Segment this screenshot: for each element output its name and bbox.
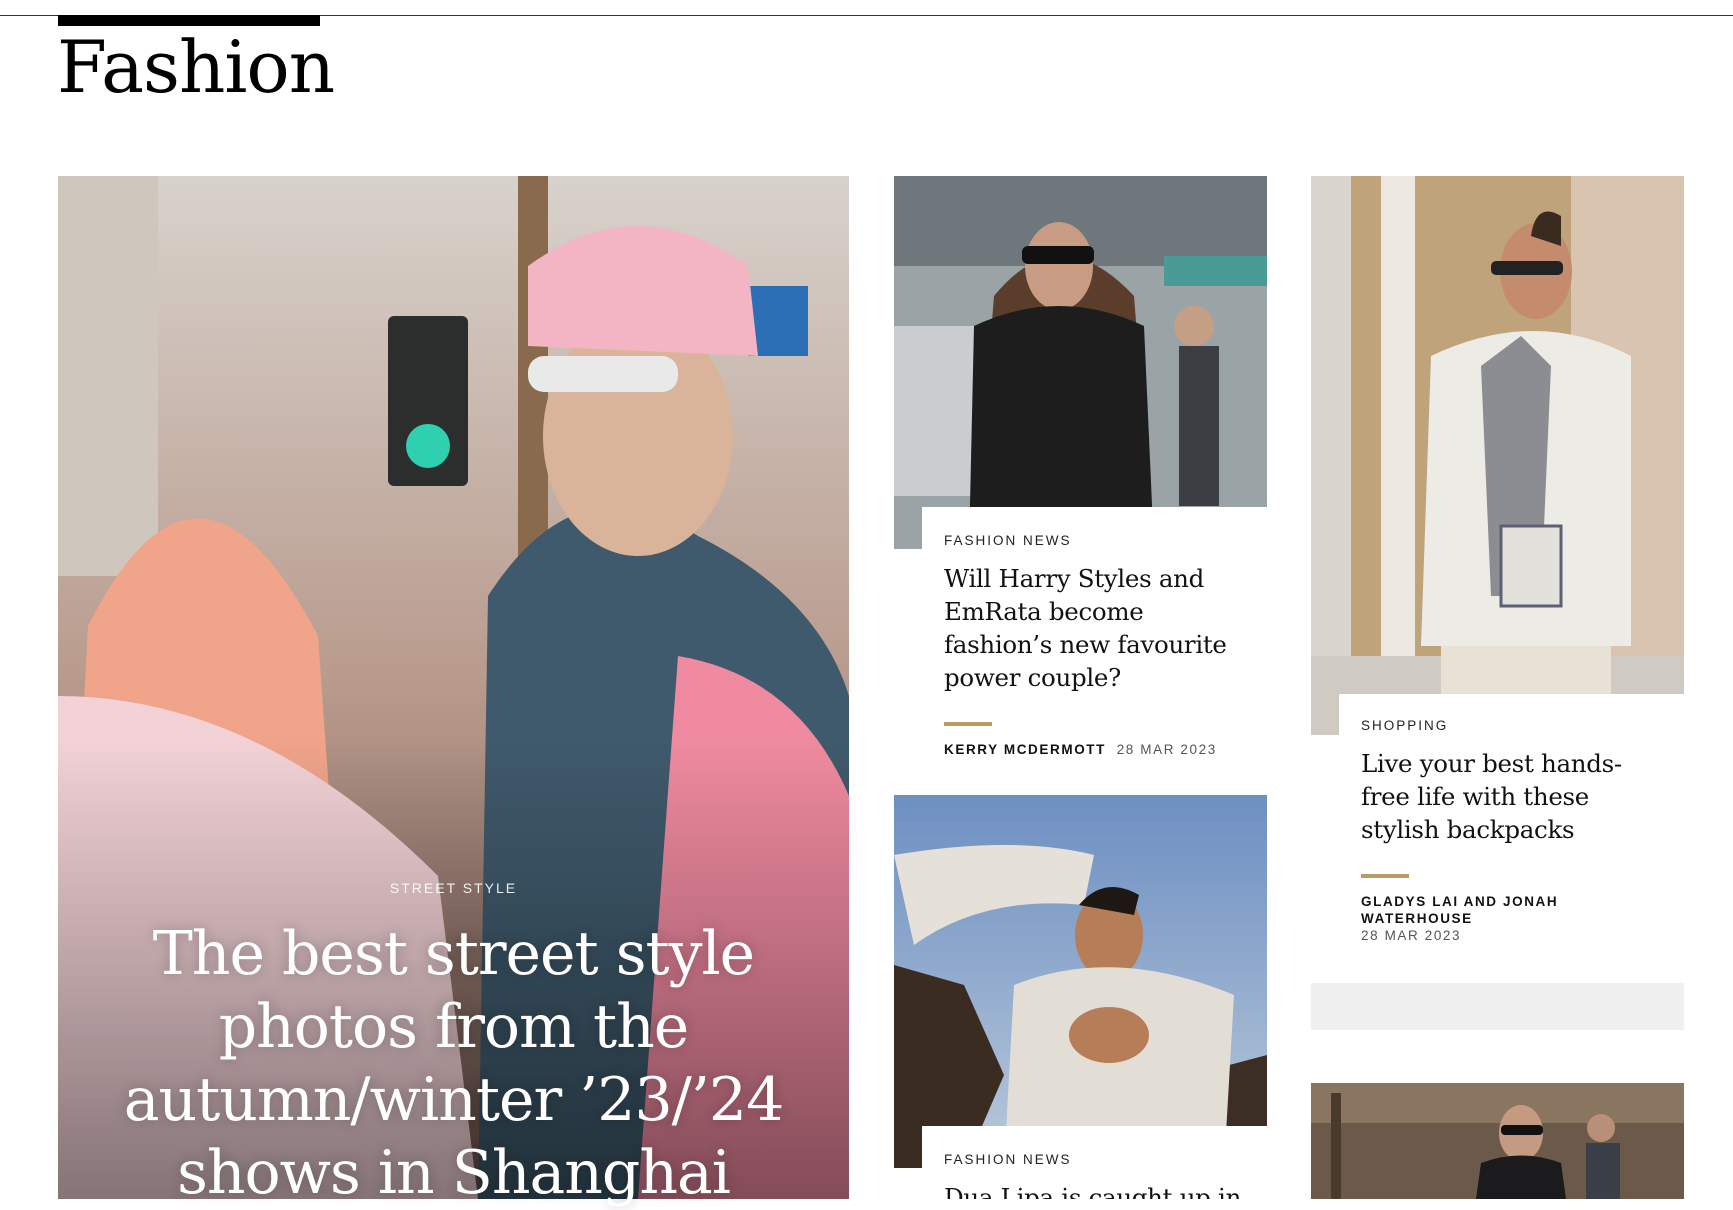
ad-placeholder (1311, 983, 1684, 1030)
article-author[interactable]: KERRY MCDERMOTT (944, 742, 1106, 757)
article-image[interactable] (894, 176, 1267, 549)
article-image[interactable] (1311, 1083, 1684, 1199)
article-date: 28 MAR 2023 (1361, 928, 1462, 943)
article-date: 28 MAR 2023 (1116, 742, 1217, 757)
hero-headline[interactable]: The best street style photos from the au… (114, 918, 794, 1210)
hero-caption: STREET STYLE The best street style photo… (58, 880, 849, 1210)
article-category[interactable]: FASHION NEWS (944, 1152, 1245, 1167)
article-card[interactable]: FASHION NEWS Dua Lipa is caught up in he… (922, 1126, 1267, 1199)
article-image[interactable] (1311, 176, 1684, 735)
article-card[interactable]: SHOPPING Live your best hands-free life … (1339, 694, 1684, 944)
accent-rule (944, 722, 992, 726)
page-title: Fashion (57, 25, 335, 109)
article-category[interactable]: SHOPPING (1361, 718, 1662, 733)
article-card[interactable]: FASHION NEWS Will Harry Styles and EmRat… (922, 507, 1267, 758)
article-byline: GLADYS LAI AND JONAH WATERHOUSE 28 MAR 2… (1361, 893, 1662, 944)
article-byline: KERRY MCDERMOTT 28 MAR 2023 (944, 741, 1245, 758)
accent-rule (1361, 874, 1409, 878)
hero-category[interactable]: STREET STYLE (58, 880, 849, 896)
article-author[interactable]: GLADYS LAI AND JONAH WATERHOUSE (1361, 893, 1662, 927)
article-headline[interactable]: Will Harry Styles and EmRata become fash… (944, 562, 1245, 694)
article-headline[interactable]: Live your best hands-free life with thes… (1361, 747, 1662, 846)
article-category[interactable]: FASHION NEWS (944, 533, 1245, 548)
article-image[interactable] (894, 795, 1267, 1168)
article-headline[interactable]: Dua Lipa is caught up in her (944, 1181, 1245, 1199)
